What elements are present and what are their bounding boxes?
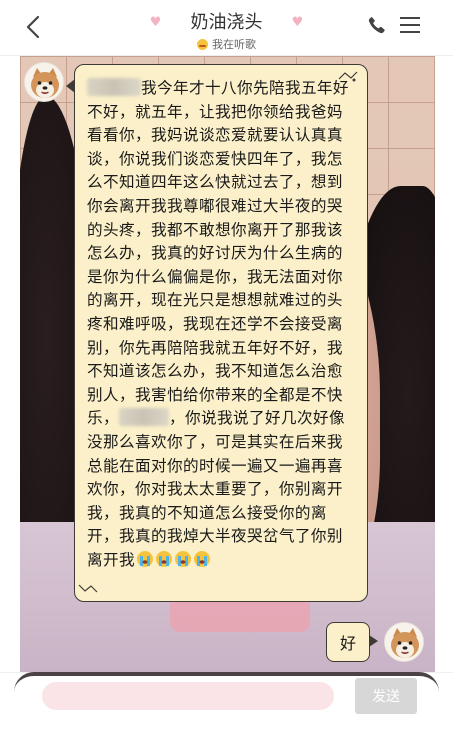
smiling-emoji-icon xyxy=(197,38,208,50)
redacted-name xyxy=(119,408,169,427)
message-text-part2: ，你说我说了好几次好像没那么喜欢你了，可是其实在后来我总能在面对你的时候一遍又一… xyxy=(87,409,345,569)
message-text: 好 xyxy=(339,634,356,653)
shiba-dog-avatar-icon xyxy=(25,63,63,101)
crying-emoji-icon xyxy=(155,550,172,567)
status-text: 我在听歌 xyxy=(212,38,256,51)
crying-emoji-icon xyxy=(136,550,153,567)
message-text-part1: 我今年才十八你先陪我五年好不好，就五年，让我把你领给我爸妈看看你，我妈说谈恋爱就… xyxy=(87,79,349,428)
sparkle-decoration-icon xyxy=(338,71,358,82)
menu-icon xyxy=(400,17,420,33)
message-bubble-received[interactable]: 我今年才十八你先陪我五年好不好，就五年，让我把你领给我爸妈看看你，我妈说谈恋爱就… xyxy=(66,64,368,602)
redacted-name xyxy=(87,78,141,96)
my-avatar[interactable] xyxy=(384,622,424,662)
shiba-dog-avatar-icon xyxy=(385,623,423,661)
message-text: 我今年才十八你先陪我五年好不好，就五年，让我把你领给我爸妈看看你，我妈说谈恋爱就… xyxy=(87,77,355,572)
message-bubble-sent[interactable]: 好 xyxy=(326,622,378,662)
message-input[interactable] xyxy=(42,682,334,710)
contact-name: 奶油浇头 xyxy=(190,12,263,33)
chat-header: ♥ 奶油浇头 ♥ 我在听歌 xyxy=(0,0,453,56)
send-button[interactable]: 发送 xyxy=(355,678,417,714)
phone-icon xyxy=(368,17,385,34)
heart-icon: ♥ xyxy=(291,15,304,30)
voice-call-button[interactable] xyxy=(366,14,392,40)
crying-emoji-group xyxy=(136,550,211,568)
chat-menu-button[interactable] xyxy=(399,15,425,39)
sparkle-decoration-icon xyxy=(78,584,98,593)
contact-avatar[interactable] xyxy=(24,62,64,102)
crying-emoji-icon xyxy=(193,550,210,567)
heart-icon: ♥ xyxy=(149,15,162,30)
crying-emoji-icon xyxy=(174,550,191,567)
